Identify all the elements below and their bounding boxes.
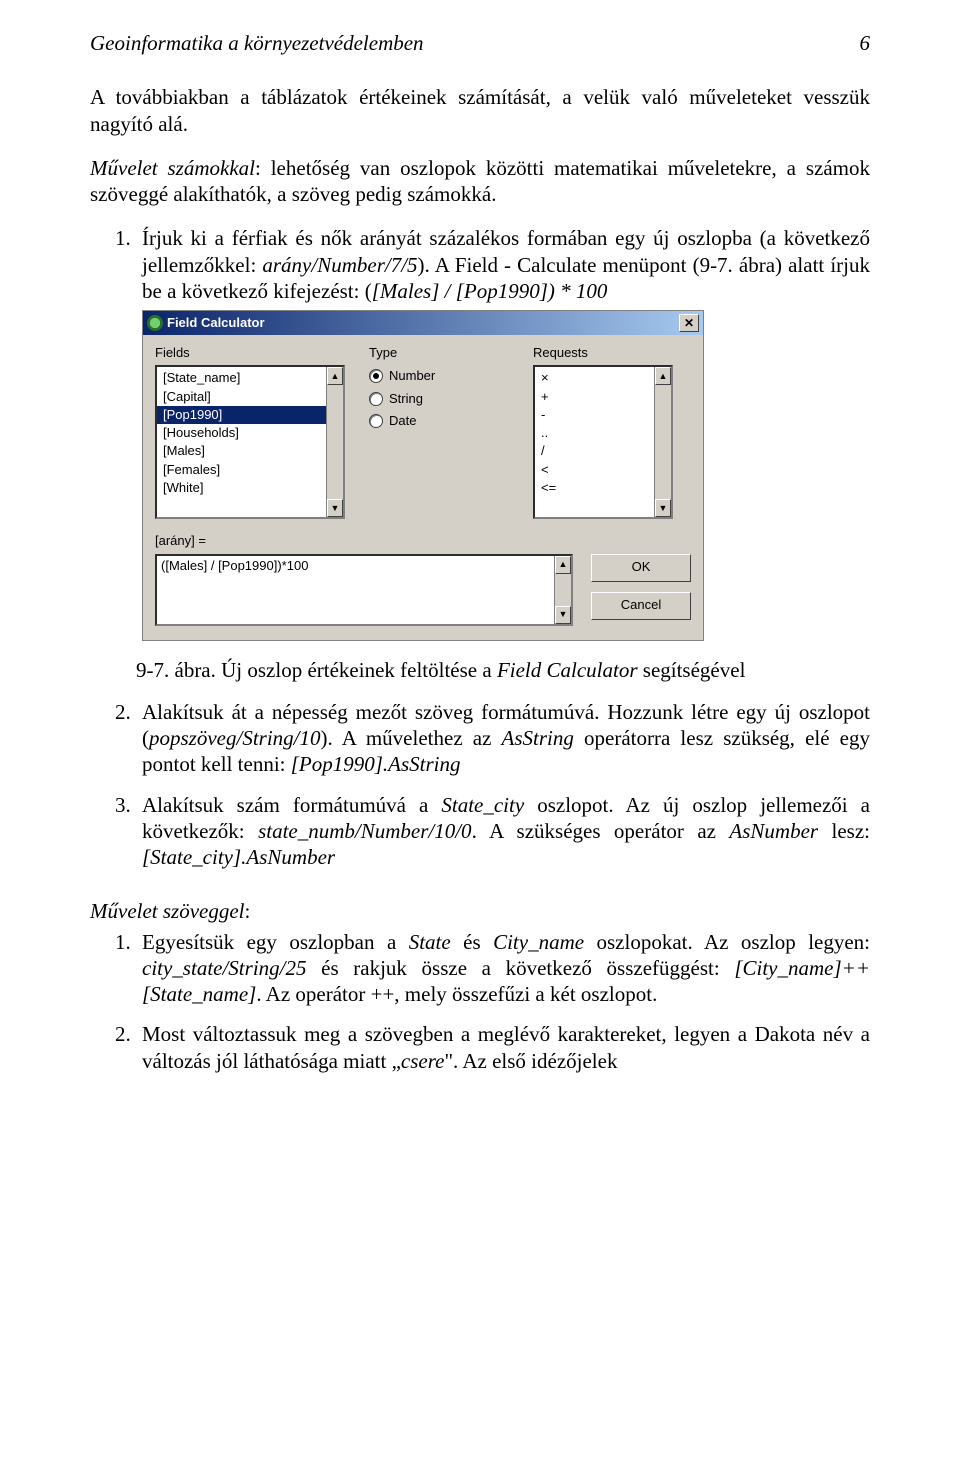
scroll-up-icon[interactable]: ▲: [655, 367, 671, 385]
radio-label: Date: [389, 413, 416, 429]
requests-item[interactable]: +: [535, 388, 671, 406]
muvelet-szamokkal-paragraph: Művelet számokkal: lehetőség van oszlopo…: [90, 155, 870, 208]
expression-scrollbar[interactable]: ▲ ▼: [554, 556, 571, 624]
page-number: 6: [860, 30, 871, 56]
list2-item-2: Most változtassuk meg a szövegben a megl…: [136, 1021, 870, 1074]
fields-item[interactable]: [Females]: [157, 461, 343, 479]
fields-item[interactable]: [White]: [157, 479, 343, 497]
running-header: Geoinformatika a környezetvédelemben: [90, 30, 424, 56]
intro-paragraph: A továbbiakban a táblázatok értékeinek s…: [90, 84, 870, 137]
requests-item[interactable]: <: [535, 461, 671, 479]
figure-caption: 9-7. ábra. Új oszlop értékeinek feltölté…: [136, 657, 870, 683]
radio-label: String: [389, 391, 423, 407]
scroll-up-icon[interactable]: ▲: [555, 556, 571, 574]
type-radio-date[interactable]: Date: [369, 410, 509, 432]
numbered-list-1: Írjuk ki a férfiak és nők arányát százal…: [90, 225, 870, 640]
muvelet-szoveggel-heading: Művelet szöveggel:: [90, 898, 870, 924]
type-label: Type: [369, 345, 509, 361]
list1-item-2: Alakítsuk át a népesség mezőt szöveg for…: [136, 699, 870, 778]
fields-item[interactable]: [Capital]: [157, 388, 343, 406]
app-icon: [147, 315, 163, 331]
close-icon: ✕: [684, 316, 694, 331]
numbered-list-2: Egyesítsük egy oszlopban a State és City…: [90, 929, 870, 1074]
type-radio-number[interactable]: Number: [369, 365, 509, 387]
cancel-button[interactable]: Cancel: [591, 592, 691, 620]
radio-label: Number: [389, 368, 435, 384]
expression-label: [arány] =: [155, 533, 691, 549]
numbered-list-1-cont: Alakítsuk át a népesség mezőt szöveg for…: [90, 699, 870, 871]
requests-item[interactable]: <=: [535, 479, 671, 497]
scroll-down-icon[interactable]: ▼: [327, 499, 343, 517]
requests-listbox[interactable]: × + - .. / < <= ▲ ▼: [533, 365, 673, 519]
dialog-title: Field Calculator: [167, 315, 265, 331]
fields-label: Fields: [155, 345, 345, 361]
fields-item[interactable]: [State_name]: [157, 369, 343, 387]
type-radio-string[interactable]: String: [369, 388, 509, 410]
requests-item[interactable]: -: [535, 406, 671, 424]
requests-item[interactable]: ×: [535, 369, 671, 387]
expression-value: ([Males] / [Pop1990])*100: [161, 558, 308, 573]
muvelet-szamokkal-label: Művelet számokkal: [90, 156, 255, 180]
radio-icon: [369, 369, 383, 383]
requests-label: Requests: [533, 345, 673, 361]
fields-listbox[interactable]: [State_name] [Capital] [Pop1990] [Househ…: [155, 365, 345, 519]
list2-item-1: Egyesítsük egy oszlopban a State és City…: [136, 929, 870, 1008]
list1-item-1: Írjuk ki a férfiak és nők arányát százal…: [136, 225, 870, 640]
expression-textarea[interactable]: ([Males] / [Pop1990])*100 ▲ ▼: [155, 554, 573, 626]
fields-item-selected[interactable]: [Pop1990]: [157, 406, 343, 424]
dialog-titlebar[interactable]: Field Calculator ✕: [143, 311, 703, 335]
requests-scrollbar[interactable]: ▲ ▼: [654, 367, 671, 517]
radio-icon: [369, 392, 383, 406]
fields-item[interactable]: [Households]: [157, 424, 343, 442]
close-button[interactable]: ✕: [679, 314, 699, 332]
radio-icon: [369, 414, 383, 428]
ok-button[interactable]: OK: [591, 554, 691, 582]
requests-item[interactable]: ..: [535, 424, 671, 442]
scroll-down-icon[interactable]: ▼: [655, 499, 671, 517]
list1-item-3: Alakítsuk szám formátumúvá a State_city …: [136, 792, 870, 871]
scroll-down-icon[interactable]: ▼: [555, 606, 571, 624]
fields-item[interactable]: [Males]: [157, 442, 343, 460]
fields-scrollbar[interactable]: ▲ ▼: [326, 367, 343, 517]
scroll-up-icon[interactable]: ▲: [327, 367, 343, 385]
requests-item[interactable]: /: [535, 442, 671, 460]
field-calculator-dialog: Field Calculator ✕ Fields [State_name] […: [142, 310, 704, 641]
